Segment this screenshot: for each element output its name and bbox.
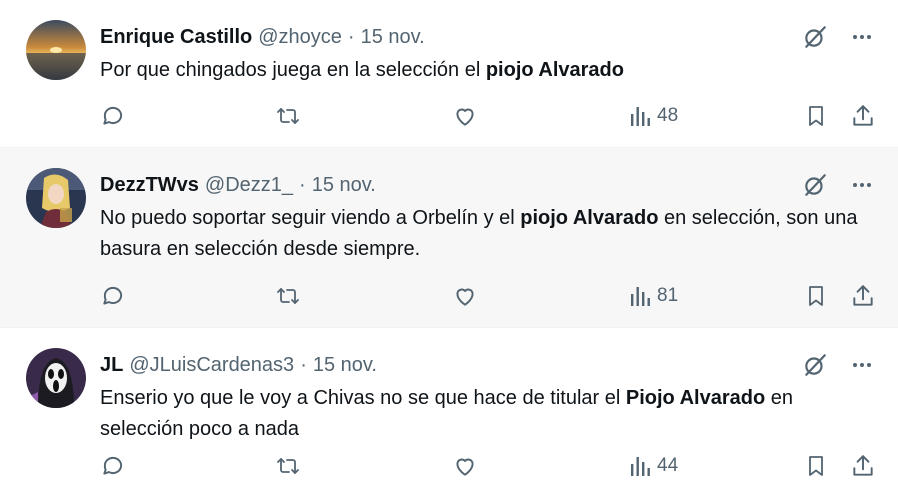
tweet[interactable]: JL @JLuisCardenas3 · 15 nov. Enserio yo … <box>0 328 898 497</box>
grok-icon[interactable] <box>802 172 828 198</box>
views-icon <box>631 457 650 476</box>
tweet-text-part: Enserio yo que le voy a Chivas no se que… <box>100 387 626 409</box>
views-icon <box>631 107 650 126</box>
views-count: 44 <box>657 455 679 476</box>
reply-feed: Enrique Castillo @zhoyce · 15 nov. Por q… <box>0 0 898 497</box>
share-icon[interactable] <box>850 453 876 479</box>
like-icon[interactable] <box>452 453 478 479</box>
retweet-icon[interactable] <box>274 283 302 309</box>
tweet-text-bold: Piojo Alvarado <box>625 387 766 409</box>
more-icon[interactable] <box>850 173 874 197</box>
bookmark-icon[interactable] <box>804 283 828 309</box>
tweet-date[interactable]: 15 nov. <box>313 352 377 378</box>
anime-avatar-image <box>26 168 86 228</box>
bookmark-icon[interactable] <box>804 103 828 129</box>
tweet-text: No puedo soportar seguir viendo a Orbelí… <box>100 203 858 265</box>
separator-dot: · <box>299 174 306 196</box>
tweet-date[interactable]: 15 nov. <box>361 24 425 50</box>
views-button[interactable]: 48 <box>630 104 678 128</box>
tweet-date[interactable]: 15 nov. <box>312 172 376 198</box>
bookmark-icon[interactable] <box>804 453 828 479</box>
ghostface-avatar-image <box>26 348 86 408</box>
author-name[interactable]: DezzTWvs <box>100 172 199 198</box>
reply-icon[interactable] <box>100 453 126 479</box>
retweet-icon[interactable] <box>274 103 302 129</box>
more-icon[interactable] <box>850 353 874 377</box>
tweet[interactable]: DezzTWvs @Dezz1_ · 15 nov. No puedo sopo… <box>0 148 898 328</box>
views-button[interactable]: 81 <box>630 284 678 308</box>
author-name[interactable]: Enrique Castillo <box>100 24 252 50</box>
author-handle[interactable]: @Dezz1_ <box>205 172 293 198</box>
like-icon[interactable] <box>452 283 478 309</box>
sunset-avatar-image <box>26 20 86 80</box>
reply-icon[interactable] <box>100 283 126 309</box>
avatar[interactable] <box>26 20 86 80</box>
retweet-icon[interactable] <box>274 453 302 479</box>
grok-icon[interactable] <box>802 352 828 378</box>
views-button[interactable]: 44 <box>630 454 678 478</box>
reply-icon[interactable] <box>100 103 126 129</box>
author-handle[interactable]: @zhoyce <box>258 24 342 50</box>
views-icon <box>631 287 650 306</box>
share-icon[interactable] <box>850 103 876 129</box>
like-icon[interactable] <box>452 103 478 129</box>
avatar[interactable] <box>26 348 86 408</box>
tweet-text-part: Por que chingados juega en la selección … <box>100 59 486 81</box>
tweet-text-part: No puedo soportar seguir viendo a Orbelí… <box>100 207 521 229</box>
views-count: 81 <box>657 285 679 306</box>
tweet-text: Por que chingados juega en la selección … <box>100 55 858 86</box>
grok-icon[interactable] <box>802 24 828 50</box>
tweet-text: Enserio yo que le voy a Chivas no se que… <box>100 383 858 445</box>
author-name[interactable]: JL <box>100 352 123 378</box>
tweet-text-bold: piojo Alvarado <box>485 59 624 81</box>
avatar[interactable] <box>26 168 86 228</box>
separator-dot: · <box>347 26 355 48</box>
author-handle[interactable]: @JLuisCardenas3 <box>129 352 294 378</box>
separator-dot: · <box>300 354 307 376</box>
share-icon[interactable] <box>850 283 876 309</box>
more-icon[interactable] <box>850 25 874 49</box>
tweet-text-bold: piojo Alvarado <box>520 207 659 229</box>
tweet[interactable]: Enrique Castillo @zhoyce · 15 nov. Por q… <box>0 0 898 148</box>
views-count: 48 <box>657 105 679 126</box>
